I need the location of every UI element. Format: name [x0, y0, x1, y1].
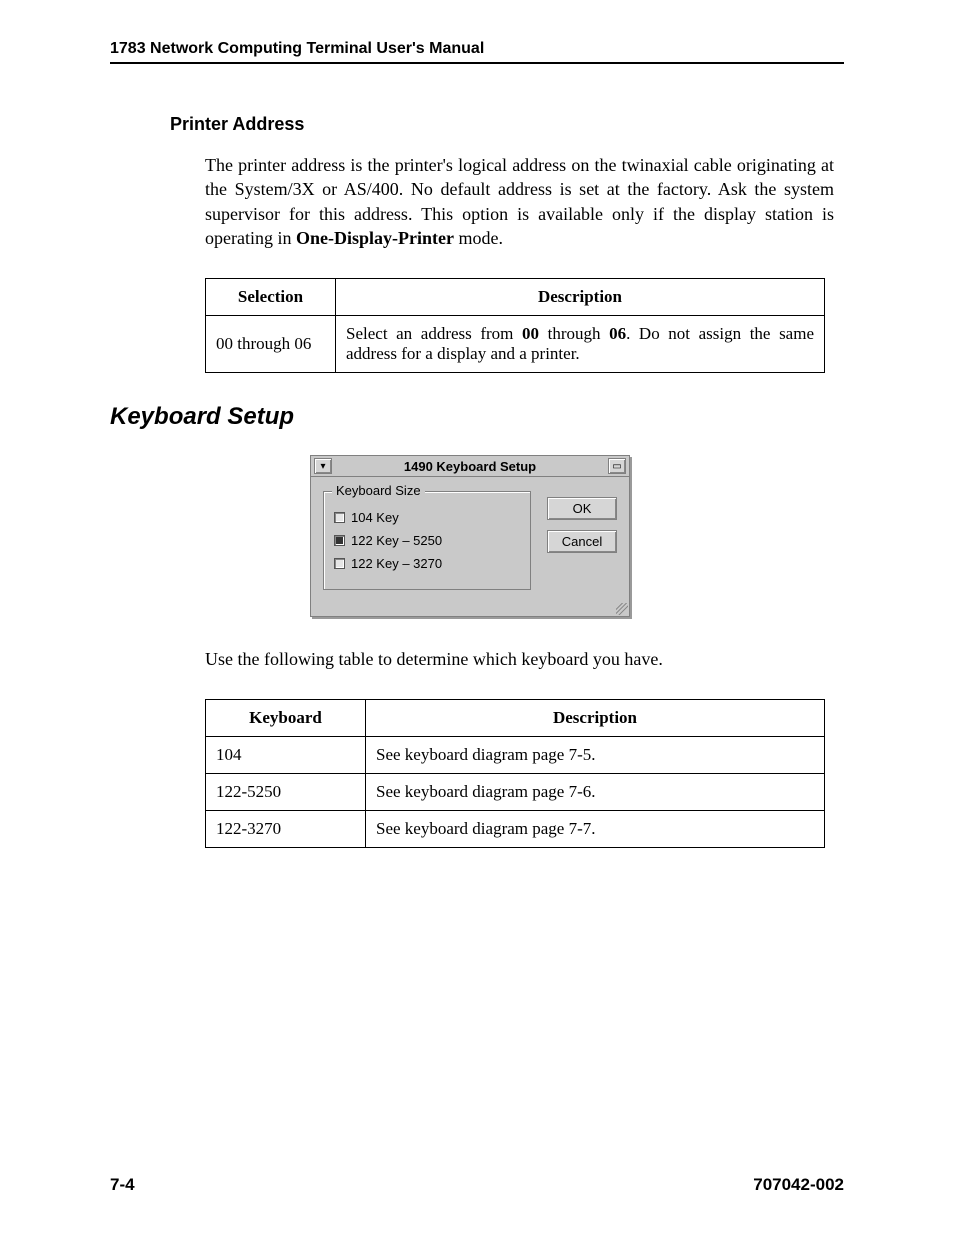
dialog-statusbar	[311, 610, 629, 616]
dialog-body: Keyboard Size 104 Key 122 Key – 5250 122…	[311, 477, 629, 610]
para-text-post: mode.	[454, 228, 503, 248]
cancel-button[interactable]: Cancel	[547, 530, 617, 553]
radio-icon	[334, 558, 345, 569]
radio-label: 104 Key	[351, 510, 399, 525]
cell-keyboard: 122-5250	[206, 774, 366, 811]
printer-address-table: Selection Description 00 through 06 Sele…	[205, 278, 825, 373]
system-menu-icon[interactable]: ▾	[314, 458, 332, 474]
dialog-title: 1490 Keyboard Setup	[332, 459, 608, 474]
document-number: 707042-002	[753, 1175, 844, 1195]
cell-description: See keyboard diagram page 7-5.	[366, 737, 825, 774]
radio-icon	[334, 512, 345, 523]
table-row: 104 See keyboard diagram page 7-5.	[206, 737, 825, 774]
table-row: 00 through 06 Select an address from 00 …	[206, 316, 825, 373]
radio-label: 122 Key – 5250	[351, 533, 442, 548]
keyboard-setup-dialog-screenshot: ▾ 1490 Keyboard Setup ▭ Keyboard Size 10…	[310, 455, 630, 617]
page-footer: 7-4 707042-002	[110, 1175, 844, 1195]
cell-description: See keyboard diagram page 7-6.	[366, 774, 825, 811]
page-number: 7-4	[110, 1175, 135, 1195]
col-header-selection: Selection	[206, 279, 336, 316]
desc-mid: through	[539, 324, 609, 343]
table-row: 122-5250 See keyboard diagram page 7-6.	[206, 774, 825, 811]
radio-icon	[334, 535, 345, 546]
table-row: 122-3270 See keyboard diagram page 7-7.	[206, 811, 825, 848]
group-legend: Keyboard Size	[332, 483, 425, 498]
table-header-row: Keyboard Description	[206, 700, 825, 737]
table-header-row: Selection Description	[206, 279, 825, 316]
printer-address-paragraph: The printer address is the printer's log…	[205, 153, 834, 250]
dialog-titlebar: ▾ 1490 Keyboard Setup ▭	[311, 456, 629, 477]
running-header: 1783 Network Computing Terminal User's M…	[110, 40, 844, 64]
keyboard-followup-paragraph: Use the following table to determine whi…	[205, 647, 834, 671]
col-header-description: Description	[366, 700, 825, 737]
col-header-description: Description	[336, 279, 825, 316]
resize-grip-icon[interactable]	[616, 603, 628, 615]
radio-122-key-3270[interactable]: 122 Key – 3270	[334, 556, 520, 571]
desc-b1: 00	[522, 324, 539, 343]
dialog-button-column: OK Cancel	[547, 497, 617, 590]
cell-keyboard: 122-3270	[206, 811, 366, 848]
cell-keyboard: 104	[206, 737, 366, 774]
dialog-window: ▾ 1490 Keyboard Setup ▭ Keyboard Size 10…	[310, 455, 630, 617]
ok-button[interactable]: OK	[547, 497, 617, 520]
col-header-keyboard: Keyboard	[206, 700, 366, 737]
keyboard-table: Keyboard Description 104 See keyboard di…	[205, 699, 825, 848]
section-title-keyboard-setup: Keyboard Setup	[110, 403, 844, 431]
radio-label: 122 Key – 3270	[351, 556, 442, 571]
cell-selection: 00 through 06	[206, 316, 336, 373]
maximize-icon[interactable]: ▭	[608, 458, 626, 474]
radio-122-key-5250[interactable]: 122 Key – 5250	[334, 533, 520, 548]
cell-description: See keyboard diagram page 7-7.	[366, 811, 825, 848]
desc-pre: Select an address from	[346, 324, 522, 343]
keyboard-size-group: Keyboard Size 104 Key 122 Key – 5250 122…	[323, 491, 531, 590]
cell-description: Select an address from 00 through 06. Do…	[336, 316, 825, 373]
subsection-title-printer-address: Printer Address	[170, 114, 844, 135]
radio-104-key[interactable]: 104 Key	[334, 510, 520, 525]
para-text-bold: One-Display-Printer	[296, 228, 454, 248]
desc-b2: 06	[609, 324, 626, 343]
